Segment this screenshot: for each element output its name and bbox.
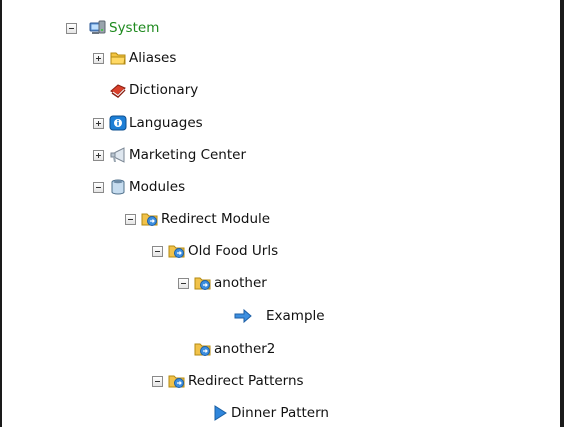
panel-right-border: [560, 0, 564, 427]
collapse-toggle-redirect-patterns[interactable]: [152, 376, 163, 387]
dictionary-book-icon: [109, 81, 127, 99]
folder-icon: [109, 49, 127, 67]
system-computer-icon: [89, 19, 107, 37]
tree-item-label: Dinner Pattern: [231, 405, 329, 421]
tree-item-label: Modules: [129, 179, 186, 195]
redirect-folder-icon: [168, 242, 186, 260]
expand-toggle-languages[interactable]: [93, 118, 104, 129]
tree-item-label: Dictionary: [129, 82, 199, 98]
collapse-toggle-old-food-urls[interactable]: [152, 246, 163, 257]
tree-item-label: Aliases: [129, 50, 177, 66]
tree-item-label: Marketing Center: [129, 147, 247, 163]
modules-jar-icon: [109, 178, 127, 196]
languages-info-icon: [109, 114, 127, 132]
collapse-toggle-redirect-module[interactable]: [125, 214, 136, 225]
redirect-folder-icon: [194, 340, 212, 358]
redirect-folder-icon: [141, 210, 159, 228]
collapse-toggle-system[interactable]: [66, 23, 77, 34]
marketing-center-icon: [109, 146, 127, 164]
tree-item-label: another2: [214, 341, 276, 357]
content-tree-panel: System Aliases Dictionary Languages Mark…: [0, 0, 564, 427]
redirect-folder-icon: [194, 274, 212, 292]
expand-toggle-aliases[interactable]: [93, 53, 104, 64]
tree-item-label: Languages: [129, 115, 203, 131]
tree-item-label: Redirect Module: [161, 211, 271, 227]
tree-item-label: Example: [266, 308, 325, 324]
redirect-arrow-icon: [234, 307, 252, 325]
pattern-triangle-icon: [211, 404, 229, 422]
expand-toggle-marketing-center[interactable]: [93, 150, 104, 161]
redirect-folder-icon: [168, 372, 186, 390]
collapse-toggle-another[interactable]: [178, 278, 189, 289]
tree-item-label: Old Food Urls: [188, 243, 279, 259]
tree-item-label: System: [109, 20, 160, 36]
collapse-toggle-modules[interactable]: [93, 182, 104, 193]
tree-item-label: Redirect Patterns: [188, 373, 304, 389]
panel-left-border: [0, 0, 2, 427]
tree-item-label: another: [214, 275, 267, 291]
